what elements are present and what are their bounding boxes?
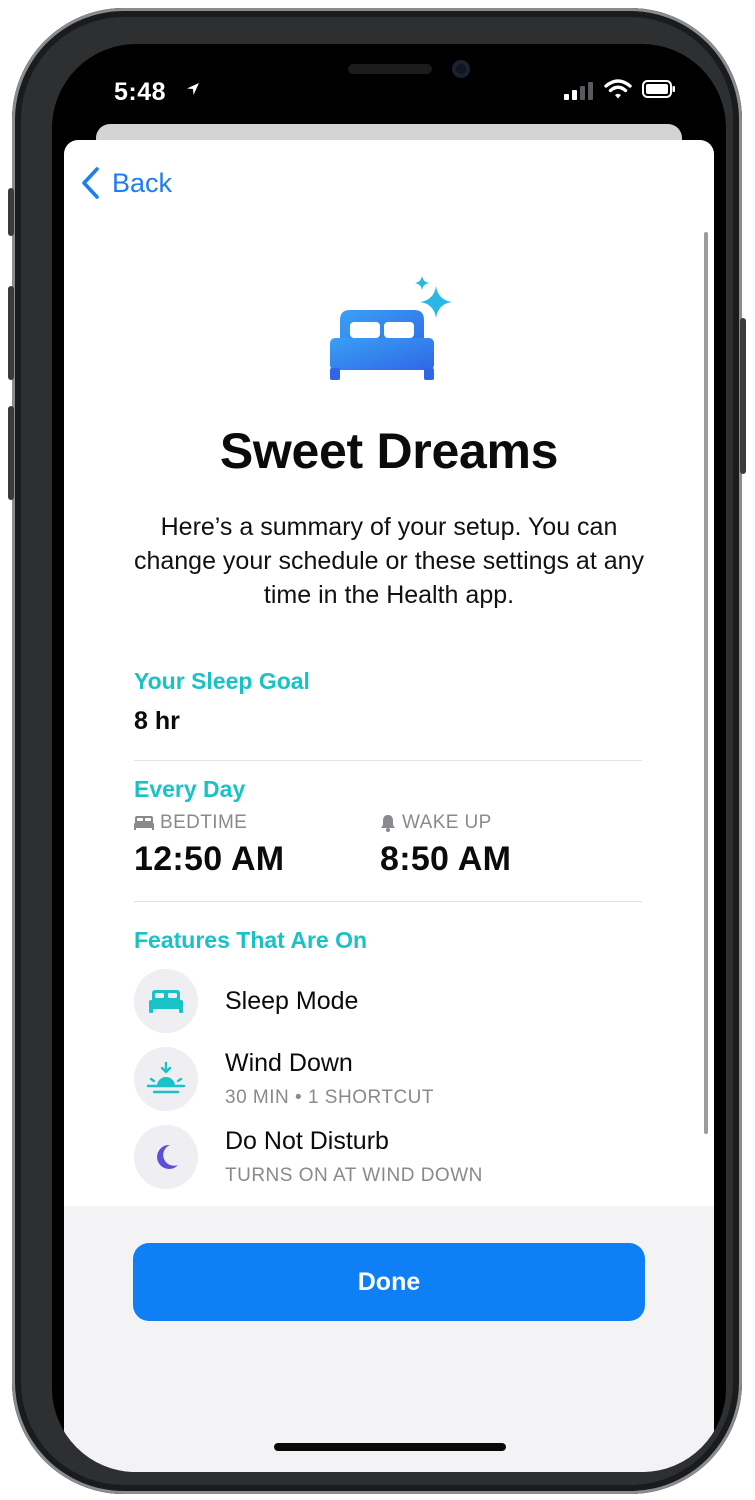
sleep-goal-value: 8 hr <box>134 707 180 735</box>
bed-icon <box>149 990 183 1013</box>
bell-icon <box>381 815 395 832</box>
wind-down-icon-circle <box>134 1047 198 1111</box>
wifi-icon <box>604 79 632 99</box>
features-label: Features That Are On <box>134 927 368 953</box>
schedule-label: Every Day <box>134 776 246 802</box>
wakeup-label-text: WAKE UP <box>402 812 492 833</box>
back-button-label: Back <box>112 167 173 198</box>
sunset-icon <box>146 1061 186 1094</box>
done-button[interactable]: Done <box>133 1243 645 1321</box>
page-title: Sweet Dreams <box>219 423 559 479</box>
dnd-name: Do Not Disturb <box>225 1127 389 1155</box>
sleep-setup-sheet: Back Sweet Dreams Here’s a summary of yo… <box>64 140 714 1472</box>
chevron-left-icon <box>82 167 99 199</box>
wakeup-label: WAKE UP <box>380 812 492 834</box>
bed-sparkles-icon <box>330 276 452 380</box>
volume-down-button <box>8 406 14 500</box>
screen: 5:48 Back Sweet Dreams Here’s a summary … <box>52 44 726 1472</box>
scroll-indicator[interactable] <box>704 232 708 1134</box>
bedtime-value: 12:50 AM <box>134 840 285 878</box>
moon-icon <box>157 1144 178 1169</box>
dnd-subtitle: TURNS ON AT WIND DOWN <box>225 1165 483 1186</box>
dnd-icon-circle <box>134 1125 198 1189</box>
wind-down-subtitle: 30 MIN • 1 SHORTCUT <box>225 1087 434 1108</box>
divider <box>134 901 642 902</box>
back-button[interactable]: Back <box>80 166 172 200</box>
status-time: 5:48 <box>114 78 167 106</box>
bed-small-icon <box>134 816 154 830</box>
feature-wind-down: Wind Down 30 MIN • 1 SHORTCUT <box>134 1047 654 1113</box>
feature-do-not-disturb: Do Not Disturb TURNS ON AT WIND DOWN <box>134 1125 654 1191</box>
sleep-goal-label: Your Sleep Goal <box>134 668 310 694</box>
sleep-mode-icon-circle <box>134 969 198 1033</box>
bedtime-label-text: BEDTIME <box>160 812 248 833</box>
front-camera <box>452 60 470 78</box>
sleep-mode-name: Sleep Mode <box>225 987 359 1015</box>
volume-up-button <box>8 286 14 380</box>
mute-switch <box>8 188 14 236</box>
earpiece-speaker <box>348 64 432 74</box>
phone-frame: 5:48 Back Sweet Dreams Here’s a summary … <box>8 8 746 1494</box>
feature-sleep-mode: Sleep Mode <box>134 969 654 1035</box>
battery-icon <box>642 80 675 98</box>
home-indicator[interactable] <box>274 1443 506 1451</box>
bedtime-label: BEDTIME <box>134 812 247 834</box>
wakeup-value: 8:50 AM <box>380 840 512 878</box>
divider <box>134 760 642 761</box>
cellular-signal-icon <box>564 82 593 100</box>
power-button <box>740 318 746 474</box>
wind-down-name: Wind Down <box>225 1049 353 1077</box>
summary-text: Here’s a summary of your setup. You can … <box>133 513 645 609</box>
location-arrow-icon <box>187 83 199 95</box>
